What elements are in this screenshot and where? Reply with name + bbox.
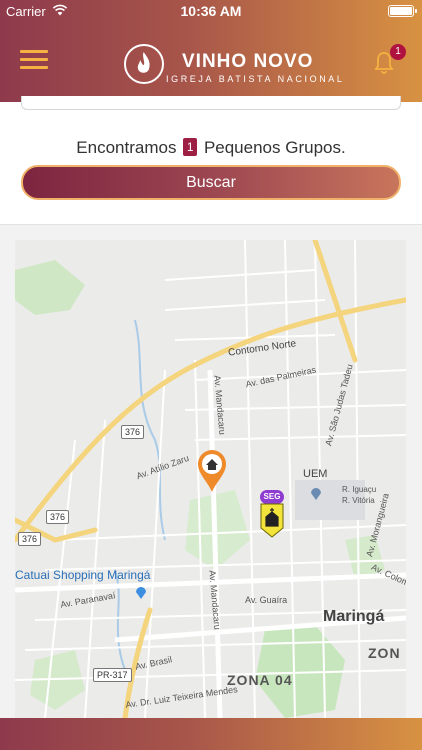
- route-shield: 376: [121, 425, 145, 439]
- logo-subtitle: IGREJA BATISTA NACIONAL: [166, 74, 345, 84]
- app-header: Carrier 10:36 AM VINHO NOVO IGREJA BATIS…: [0, 0, 422, 102]
- map-label: UEM: [303, 468, 328, 480]
- church-marker-icon: [260, 503, 284, 538]
- route-shield: 376: [18, 532, 42, 546]
- menu-button[interactable]: [20, 48, 48, 72]
- map-label: ZON: [368, 645, 401, 661]
- shopping-pin-icon: [136, 587, 146, 599]
- bottom-bar: [0, 718, 422, 750]
- church-marker[interactable]: SEG: [255, 490, 289, 538]
- route-shield: 376: [46, 510, 70, 524]
- battery-icon: [388, 5, 417, 17]
- results-prefix: Encontramos: [76, 138, 177, 157]
- clock: 10:36 AM: [180, 3, 242, 19]
- menu-icon-bar: [20, 66, 48, 69]
- results-suffix: Pequenos Grupos.: [203, 138, 346, 157]
- map-label: Maringá: [323, 608, 385, 625]
- home-marker-icon[interactable]: [196, 448, 228, 492]
- logo-title: VINHO NOVO: [182, 51, 314, 72]
- search-button[interactable]: Buscar: [21, 165, 401, 200]
- school-pin-icon: [311, 488, 321, 500]
- map-label: R. Iguaçu: [342, 485, 377, 494]
- status-bar: Carrier 10:36 AM: [0, 0, 422, 22]
- route-shield: PR-317: [93, 668, 132, 682]
- menu-icon-bar: [20, 58, 48, 61]
- results-summary: Encontramos 1 Pequenos Grupos.: [0, 138, 422, 158]
- map-label: R. Vitória: [342, 496, 375, 505]
- flame-logo-icon: [124, 44, 164, 84]
- search-field[interactable]: [21, 96, 401, 110]
- church-logo: VINHO NOVO IGREJA BATISTA NACIONAL: [124, 42, 342, 88]
- map-label: Av. Guaíra: [245, 595, 288, 605]
- results-count-badge: 1: [183, 138, 198, 156]
- menu-icon-bar: [20, 50, 48, 53]
- map-label: Catuai Shopping Maringá: [15, 568, 151, 582]
- notification-badge: 1: [390, 44, 406, 60]
- map-view[interactable]: Contorno Norte Av. das Palmeiras Av. São…: [15, 240, 406, 718]
